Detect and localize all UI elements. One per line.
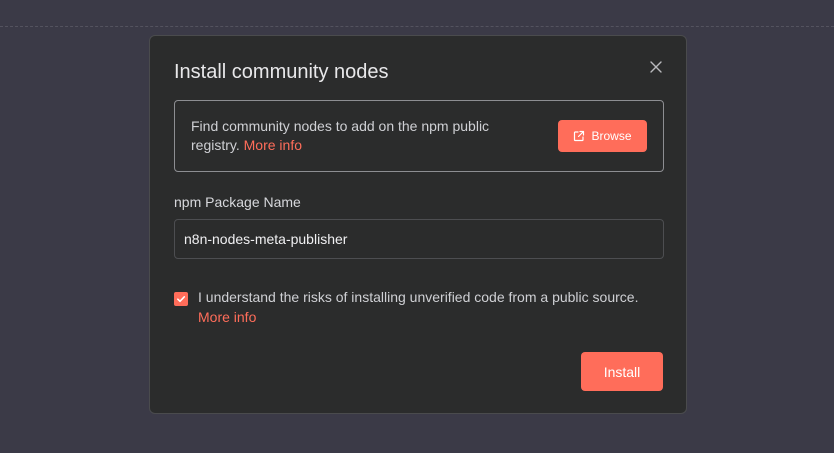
- dialog-title: Install community nodes: [174, 61, 389, 83]
- package-name-input[interactable]: [174, 219, 664, 259]
- info-box: Find community nodes to add on the npm p…: [174, 100, 664, 172]
- install-label: Install: [603, 363, 641, 380]
- install-community-nodes-dialog: Install community nodes Find community n…: [149, 35, 687, 414]
- close-button[interactable]: [648, 59, 664, 75]
- external-link-icon: [574, 130, 585, 142]
- info-text: Find community nodes to add on the npm p…: [191, 117, 531, 155]
- risk-consent-checkbox[interactable]: [174, 292, 188, 306]
- info-description: Find community nodes to add on the npm p…: [191, 118, 490, 153]
- browse-button[interactable]: Browse: [558, 120, 647, 152]
- package-name-label: npm Package Name: [174, 194, 301, 210]
- info-more-info-link[interactable]: More info: [244, 137, 302, 153]
- background-divider: [0, 26, 834, 27]
- risk-consent-label[interactable]: I understand the risks of installing unv…: [198, 287, 666, 307]
- close-icon: [650, 61, 662, 73]
- browse-label: Browse: [591, 129, 632, 143]
- consent-more-info-link[interactable]: More info: [198, 307, 256, 327]
- install-button[interactable]: Install: [581, 352, 663, 391]
- checkmark-icon: [177, 296, 186, 303]
